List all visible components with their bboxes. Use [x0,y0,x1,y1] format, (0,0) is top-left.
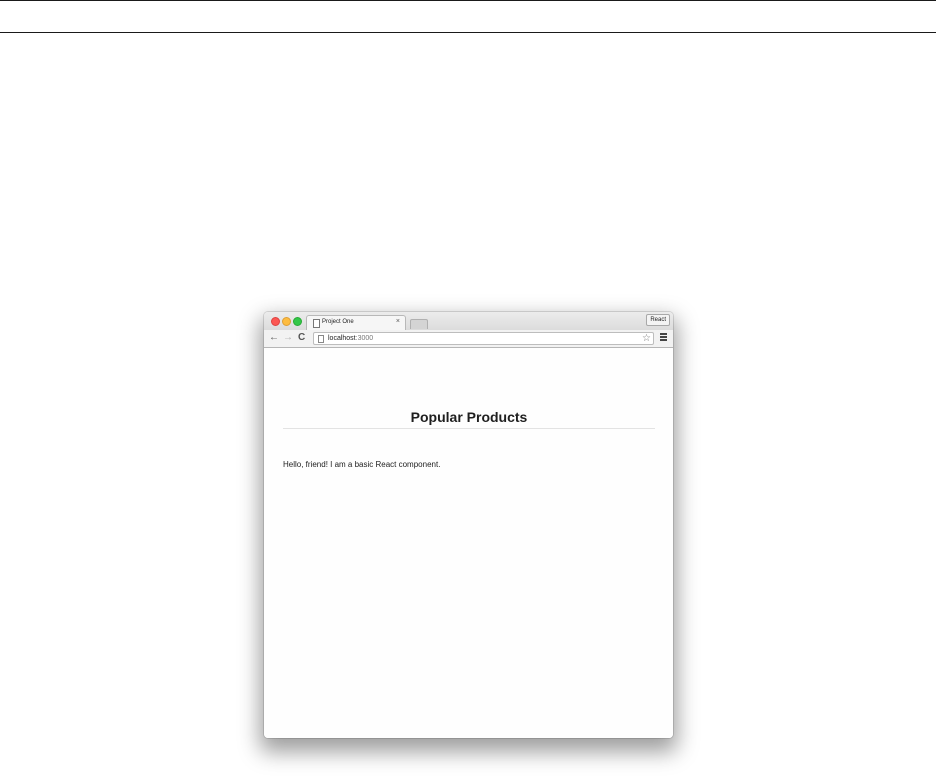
url-port: :3000 [355,335,374,342]
tab-close-icon[interactable]: × [396,318,400,326]
header-rule [0,32,936,33]
reload-icon[interactable]: C [298,332,305,344]
address-bar[interactable]: localhost:3000 ☆ [313,332,654,345]
minimize-window-icon[interactable] [282,317,291,326]
tab-project-one[interactable]: Project One × [306,315,406,330]
url-text: localhost:3000 [328,334,373,344]
url-host: localhost [328,335,356,342]
bookmark-star-icon[interactable]: ☆ [642,333,651,344]
browser-window: Project One × React ← → C localhost:3000… [264,312,673,738]
page-title: Popular Products [410,409,528,425]
back-arrow-icon[interactable]: ← [269,332,279,344]
page-icon [318,335,324,343]
browser-toolbar: ← → C localhost:3000 ☆ [264,330,673,348]
close-window-icon[interactable] [271,317,280,326]
top-rule [0,0,936,1]
zoom-window-icon[interactable] [293,317,302,326]
tab-title: Project One [322,319,354,325]
forward-arrow-icon[interactable]: → [283,332,293,344]
new-tab-button[interactable] [410,319,428,329]
page-content: Popular Products Hello, friend! I am a b… [264,348,673,738]
document-icon [313,319,320,328]
component-text: Hello, friend! I am a basic React compon… [283,460,441,469]
profile-button[interactable]: React [646,314,670,326]
browser-titlebar: Project One × React [264,312,673,330]
hamburger-menu-icon[interactable] [660,333,667,341]
heading-divider [283,428,655,429]
